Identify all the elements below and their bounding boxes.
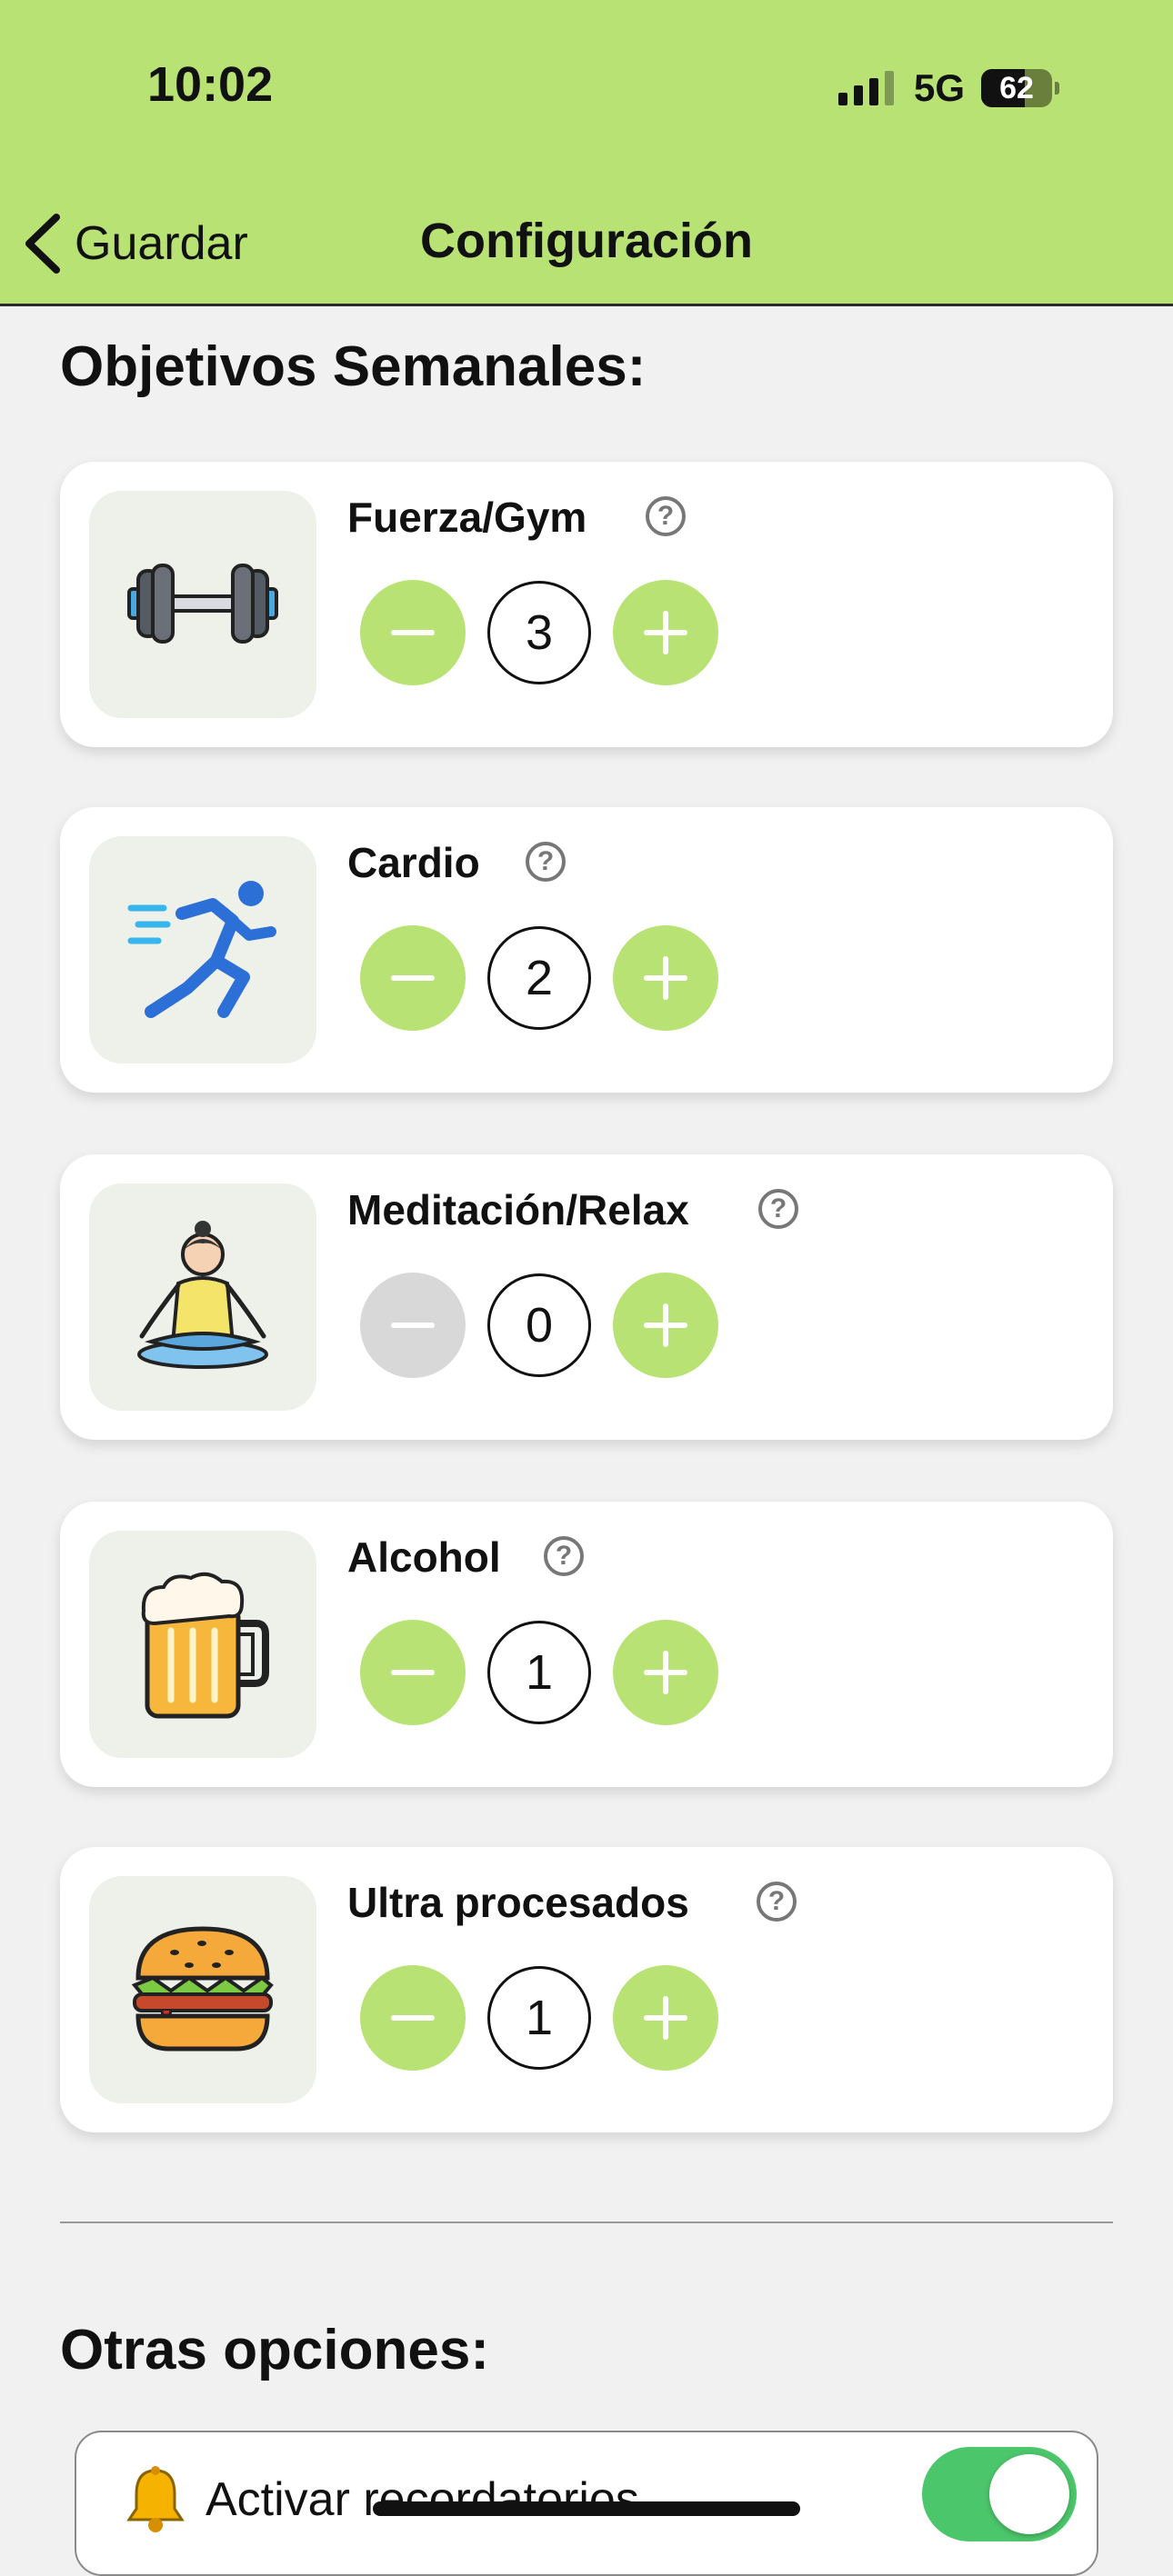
quantity-stepper: 3 bbox=[360, 580, 718, 685]
section-divider bbox=[60, 2222, 1113, 2223]
nav-header: 10:02 5G 62 Guardar Configuración bbox=[0, 0, 1173, 306]
burger-icon bbox=[131, 1926, 274, 2052]
chevron-left-icon bbox=[25, 214, 60, 274]
decrement-button[interactable] bbox=[360, 925, 466, 1031]
reminders-label: Activar recordatorios bbox=[206, 2473, 639, 2526]
increment-button[interactable] bbox=[613, 1273, 718, 1378]
cellular-signal-icon bbox=[838, 71, 894, 105]
minus-icon bbox=[391, 1996, 435, 2040]
minus-icon bbox=[391, 1303, 435, 1347]
minus-icon bbox=[391, 956, 435, 1000]
increment-button[interactable] bbox=[613, 925, 718, 1031]
quantity-stepper: 1 bbox=[360, 1620, 718, 1725]
increment-button[interactable] bbox=[613, 1620, 718, 1725]
back-button[interactable]: Guardar bbox=[22, 205, 248, 282]
minus-icon bbox=[391, 1651, 435, 1694]
goal-icon-box bbox=[89, 1876, 316, 2103]
goal-count: 1 bbox=[487, 1621, 591, 1724]
status-time: 10:02 bbox=[147, 57, 274, 112]
goal-title: Fuerza/Gym bbox=[347, 494, 587, 541]
goal-title: Alcohol bbox=[347, 1533, 501, 1581]
reminders-toggle[interactable] bbox=[922, 2447, 1077, 2541]
goal-card-strength: Fuerza/Gym ? 3 bbox=[60, 462, 1113, 747]
decrement-button[interactable] bbox=[360, 580, 466, 685]
beer-mug-icon bbox=[141, 1572, 269, 1719]
plus-icon bbox=[644, 1303, 687, 1347]
minus-icon bbox=[391, 611, 435, 654]
network-type: 5G bbox=[914, 66, 966, 109]
goal-title: Ultra procesados bbox=[347, 1879, 689, 1926]
goal-icon-box bbox=[89, 1183, 316, 1411]
help-icon[interactable]: ? bbox=[758, 1189, 798, 1229]
battery-icon: 62 bbox=[981, 69, 1053, 107]
meditation-icon bbox=[137, 1221, 268, 1369]
bell-icon bbox=[126, 2466, 185, 2532]
goal-count: 3 bbox=[487, 581, 591, 684]
goal-icon-box bbox=[89, 1531, 316, 1758]
goal-card-cardio: Cardio ? 2 bbox=[60, 807, 1113, 1093]
goal-count: 2 bbox=[487, 926, 591, 1030]
toggle-knob bbox=[989, 2454, 1069, 2534]
quantity-stepper: 2 bbox=[360, 925, 718, 1031]
goal-icon-box bbox=[89, 836, 316, 1063]
battery-percent: 62 bbox=[999, 71, 1034, 105]
increment-button[interactable] bbox=[613, 580, 718, 685]
battery-cap bbox=[1055, 82, 1060, 95]
decrement-button[interactable] bbox=[360, 1620, 466, 1725]
goal-card-meditation: Meditación/Relax ? 0 bbox=[60, 1154, 1113, 1440]
plus-icon bbox=[644, 611, 687, 654]
goal-title: Cardio bbox=[347, 839, 480, 886]
help-icon[interactable]: ? bbox=[544, 1536, 584, 1576]
goal-icon-box bbox=[89, 491, 316, 718]
help-icon[interactable]: ? bbox=[646, 496, 686, 536]
weekly-goals-title: Objetivos Semanales: bbox=[60, 335, 647, 398]
goal-card-alcohol: Alcohol ? 1 bbox=[60, 1502, 1113, 1787]
plus-icon bbox=[644, 1996, 687, 2040]
quantity-stepper: 0 bbox=[360, 1273, 718, 1378]
goal-count: 1 bbox=[487, 1966, 591, 2070]
goal-count: 0 bbox=[487, 1273, 591, 1377]
status-indicators: 5G 62 bbox=[838, 64, 1060, 113]
runner-icon bbox=[127, 881, 276, 1018]
quantity-stepper: 1 bbox=[360, 1965, 718, 2071]
page-title: Configuración bbox=[420, 214, 753, 268]
decrement-button[interactable] bbox=[360, 1273, 466, 1378]
plus-icon bbox=[644, 956, 687, 1000]
other-options-title: Otras opciones: bbox=[60, 2319, 489, 2381]
help-icon[interactable]: ? bbox=[526, 842, 566, 882]
plus-icon bbox=[644, 1651, 687, 1694]
back-button-label: Guardar bbox=[75, 217, 248, 270]
dumbbell-icon bbox=[127, 564, 278, 644]
increment-button[interactable] bbox=[613, 1965, 718, 2071]
decrement-button[interactable] bbox=[360, 1965, 466, 2071]
goal-title: Meditación/Relax bbox=[347, 1186, 689, 1233]
goal-card-ultra-processed: Ultra procesados ? 1 bbox=[60, 1847, 1113, 2132]
help-icon[interactable]: ? bbox=[757, 1882, 797, 1922]
home-indicator bbox=[373, 2501, 800, 2516]
